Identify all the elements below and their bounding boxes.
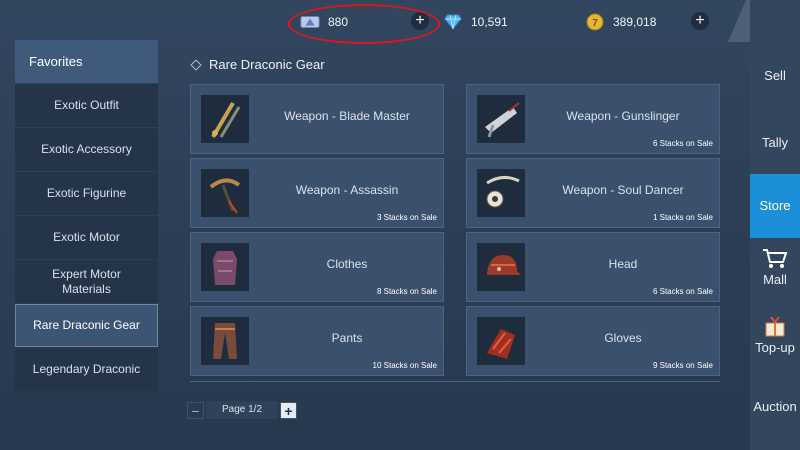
item-card-blade-master[interactable]: Weapon - Blade Master	[190, 84, 444, 154]
armor-icon	[201, 243, 249, 291]
item-card-clothes[interactable]: Clothes 8 Stacks on Sale	[190, 232, 444, 302]
currency-gold-value: 389,018	[613, 15, 657, 29]
item-card-head[interactable]: Head 6 Stacks on Sale	[466, 232, 720, 302]
nav-favorites[interactable]: Favorites	[15, 40, 158, 83]
tab-top-up-label: Top-up	[755, 340, 795, 355]
item-name: Weapon - Gunslinger	[566, 109, 680, 123]
gift-box-icon	[765, 316, 785, 337]
currency-diamond: 10,591	[443, 11, 508, 33]
nav-legendary-draconic[interactable]: Legendary Draconic	[15, 348, 158, 391]
item-name: Weapon - Soul Dancer	[562, 183, 684, 197]
item-stacks: 9 Stacks on Sale	[652, 361, 713, 370]
item-stacks: 3 Stacks on Sale	[376, 213, 437, 222]
item-stacks: 10 Stacks on Sale	[372, 361, 437, 370]
nav-exotic-motor[interactable]: Exotic Motor	[15, 216, 158, 259]
crystal-ticket-icon	[300, 12, 320, 32]
section-title: Rare Draconic Gear	[190, 57, 325, 72]
helmet-icon	[477, 243, 525, 291]
nav-exotic-outfit[interactable]: Exotic Outfit	[15, 84, 158, 127]
gold-coin-icon: 7	[585, 12, 605, 32]
tab-mall-label: Mall	[763, 272, 787, 287]
currency-crystal-value: 880	[328, 15, 349, 29]
item-name: Clothes	[326, 257, 368, 271]
item-stacks: 8 Stacks on Sale	[376, 287, 437, 296]
blue-diamond-icon	[443, 12, 463, 32]
page-indicator: Page 1/2	[206, 401, 278, 419]
currency-crystal: 880	[300, 11, 348, 33]
item-stacks: 6 Stacks on Sale	[652, 287, 713, 296]
twin-blades-icon	[201, 95, 249, 143]
item-stacks: 1 Stacks on Sale	[652, 213, 713, 222]
item-name: Weapon - Blade Master	[284, 109, 410, 123]
currency-gold: 7 389,018	[585, 11, 656, 33]
diamond-bullet-icon	[190, 58, 202, 71]
section-title-text: Rare Draconic Gear	[209, 57, 325, 72]
tab-mall[interactable]: Mall	[750, 248, 800, 287]
pants-icon	[201, 317, 249, 365]
cart-icon	[763, 249, 788, 268]
item-name: Weapon - Assassin	[295, 183, 399, 197]
item-card-gunslinger[interactable]: Weapon - Gunslinger 6 Stacks on Sale	[466, 84, 720, 154]
item-card-assassin[interactable]: Weapon - Assassin 3 Stacks on Sale	[190, 158, 444, 228]
item-card-soul-dancer[interactable]: Weapon - Soul Dancer 1 Stacks on Sale	[466, 158, 720, 228]
currency-diamond-value: 10,591	[471, 15, 508, 29]
prev-page-button[interactable]: −	[187, 401, 204, 419]
nav-rare-draconic-gear[interactable]: Rare Draconic Gear	[15, 304, 158, 347]
add-gold-button[interactable]: +	[691, 12, 709, 30]
orb-wand-icon	[477, 169, 525, 217]
item-name: Pants	[331, 331, 363, 345]
item-name: Gloves	[604, 331, 642, 345]
item-stacks: 6 Stacks on Sale	[652, 139, 713, 148]
gloves-icon	[477, 317, 525, 365]
scythe-blade-icon	[201, 169, 249, 217]
item-card-pants[interactable]: Pants 10 Stacks on Sale	[190, 306, 444, 376]
currency-bar: 880 + 10,591 7 389,018 +	[0, 0, 760, 44]
tab-sell[interactable]: Sell	[750, 68, 800, 83]
svg-text:7: 7	[592, 18, 598, 29]
item-name: Head	[608, 257, 638, 271]
add-crystal-button[interactable]: +	[411, 12, 429, 30]
nav-expert-motor-materials[interactable]: Expert Motor Materials	[15, 260, 158, 303]
tab-store[interactable]: Store	[750, 174, 800, 238]
category-nav: Favorites Exotic Outfit Exotic Accessory…	[15, 40, 158, 392]
nav-exotic-figurine[interactable]: Exotic Figurine	[15, 172, 158, 215]
tab-top-up[interactable]: Top-up	[750, 314, 800, 355]
gunblade-icon	[477, 95, 525, 143]
divider	[190, 381, 720, 382]
next-page-button[interactable]: +	[280, 401, 297, 419]
tab-tally[interactable]: Tally	[750, 135, 800, 150]
item-card-gloves[interactable]: Gloves 9 Stacks on Sale	[466, 306, 720, 376]
nav-exotic-accessory[interactable]: Exotic Accessory	[15, 128, 158, 171]
tab-auction[interactable]: Auction	[750, 399, 800, 414]
pagination: − Page 1/2 +	[187, 401, 297, 419]
